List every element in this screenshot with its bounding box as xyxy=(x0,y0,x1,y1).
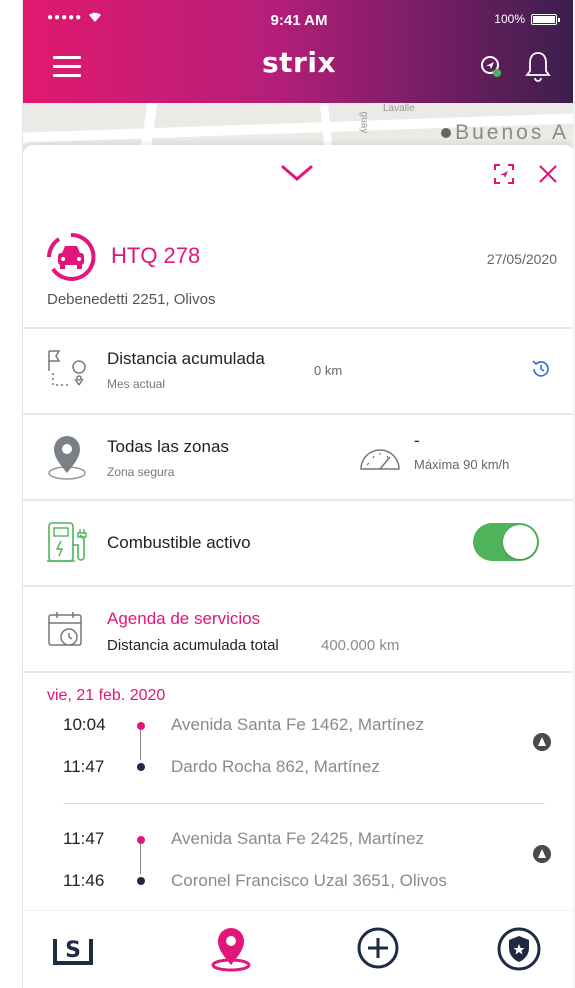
battery-icon xyxy=(531,13,560,25)
trip-line xyxy=(140,730,141,760)
map-street-label: guay xyxy=(358,111,370,134)
battery-percent: 100% xyxy=(494,12,525,26)
route-icon[interactable] xyxy=(479,54,503,78)
max-speed-label: Máxima 90 km/h xyxy=(414,457,510,472)
vehicle-summary: HTQ 278 27/05/2020 Debenedetti 2251, Oli… xyxy=(23,201,575,329)
zones-subtitle: Zona segura xyxy=(107,465,175,479)
vehicle-date: 27/05/2020 xyxy=(486,251,557,267)
history-icon[interactable] xyxy=(531,359,551,379)
status-right: 100% xyxy=(494,12,560,26)
vehicle-address: Debenedetti 2251, Olivos xyxy=(47,291,216,308)
services-title: Agenda de servicios xyxy=(107,609,261,628)
location-pin-icon[interactable] xyxy=(207,925,255,973)
add-circle-icon[interactable] xyxy=(355,925,401,971)
center-location-icon[interactable] xyxy=(493,163,515,185)
trip-start-address: Avenida Santa Fe 2425, Martínez xyxy=(171,829,424,848)
trip-start-address: Avenida Santa Fe 1462, Martínez xyxy=(171,715,424,734)
car-icon xyxy=(47,232,96,281)
navigation-arrow-icon[interactable] xyxy=(533,733,551,751)
map-street-label: Lavalle xyxy=(383,103,415,114)
fuel-toggle[interactable] xyxy=(473,523,539,561)
zones-title: Todas las zonas xyxy=(107,437,229,456)
vehicle-plate: HTQ 278 xyxy=(111,243,201,268)
status-bar: ●●●●● 9:41 AM 100% xyxy=(23,0,575,38)
chevron-down-icon[interactable] xyxy=(277,163,317,183)
trip-end-time: 11:47 xyxy=(63,757,105,776)
zones-row[interactable]: Todas las zonas Zona segura - Máxima 90 … xyxy=(23,415,575,501)
header-actions xyxy=(479,50,551,82)
distance-value: 0 km xyxy=(314,363,343,378)
fuel-row: Combustible activo xyxy=(23,501,575,587)
services-total-label: Distancia acumulada total xyxy=(107,637,279,654)
distance-subtitle: Mes actual xyxy=(107,377,166,391)
trip-start-time: 11:47 xyxy=(63,829,105,848)
shield-icon[interactable] xyxy=(495,925,543,973)
map-city-marker xyxy=(441,128,452,139)
bell-icon[interactable] xyxy=(525,50,551,82)
bottom-tab-bar: S xyxy=(23,910,575,988)
trip-start-dot xyxy=(137,722,145,730)
fuel-title: Combustible activo xyxy=(107,533,251,552)
navigation-arrow-icon[interactable] xyxy=(533,845,551,863)
trip-end-dot xyxy=(137,763,145,771)
trip-end-time: 11:46 xyxy=(63,871,105,890)
trip-end-address: Coronel Francisco Uzal 3651, Olivos xyxy=(171,871,447,890)
trip-start-time: 10:04 xyxy=(63,715,106,734)
route-flag-icon xyxy=(48,350,86,386)
svg-text:S: S xyxy=(65,938,81,963)
trip-divider xyxy=(63,803,545,804)
fuel-pump-icon xyxy=(47,522,87,562)
location-pin-icon xyxy=(48,436,86,480)
vehicle-detail-sheet: HTQ 278 27/05/2020 Debenedetti 2251, Oli… xyxy=(23,145,575,915)
sheet-actions xyxy=(493,163,559,185)
distance-row[interactable]: Distancia acumulada Mes actual 0 km xyxy=(23,329,575,415)
logo-text: strix xyxy=(261,46,337,79)
close-icon[interactable] xyxy=(537,163,559,185)
trip-end-dot xyxy=(137,877,145,885)
app-header: ●●●●● 9:41 AM 100% strix xyxy=(23,0,575,103)
trip-line xyxy=(140,844,141,874)
speedometer-icon xyxy=(360,449,400,470)
calendar-clock-icon xyxy=(48,612,82,646)
status-time: 9:41 AM xyxy=(270,12,328,29)
trip-item[interactable]: 10:04 Avenida Santa Fe 1462, Martínez 11… xyxy=(23,715,575,831)
services-total-value: 400.000 km xyxy=(321,637,400,654)
strix-home-icon[interactable]: S xyxy=(51,925,95,969)
trip-start-dot xyxy=(137,836,145,844)
left-edge xyxy=(0,0,23,988)
sheet-top-bar xyxy=(23,145,575,205)
trip-end-address: Dardo Rocha 862, Martínez xyxy=(171,757,380,776)
map-city-label: Buenos A xyxy=(441,121,569,145)
trip-item[interactable]: 11:47 Avenida Santa Fe 2425, Martínez 11… xyxy=(23,829,575,909)
services-row[interactable]: Agenda de servicios Distancia acumulada … xyxy=(23,587,575,673)
trip-date-header: vie, 21 feb. 2020 xyxy=(47,687,166,704)
trip-history: vie, 21 feb. 2020 10:04 Avenida Santa Fe… xyxy=(23,673,575,903)
max-speed-value: - xyxy=(414,431,420,450)
map-city-text: Buenos A xyxy=(455,121,569,144)
distance-title: Distancia acumulada xyxy=(107,349,265,368)
